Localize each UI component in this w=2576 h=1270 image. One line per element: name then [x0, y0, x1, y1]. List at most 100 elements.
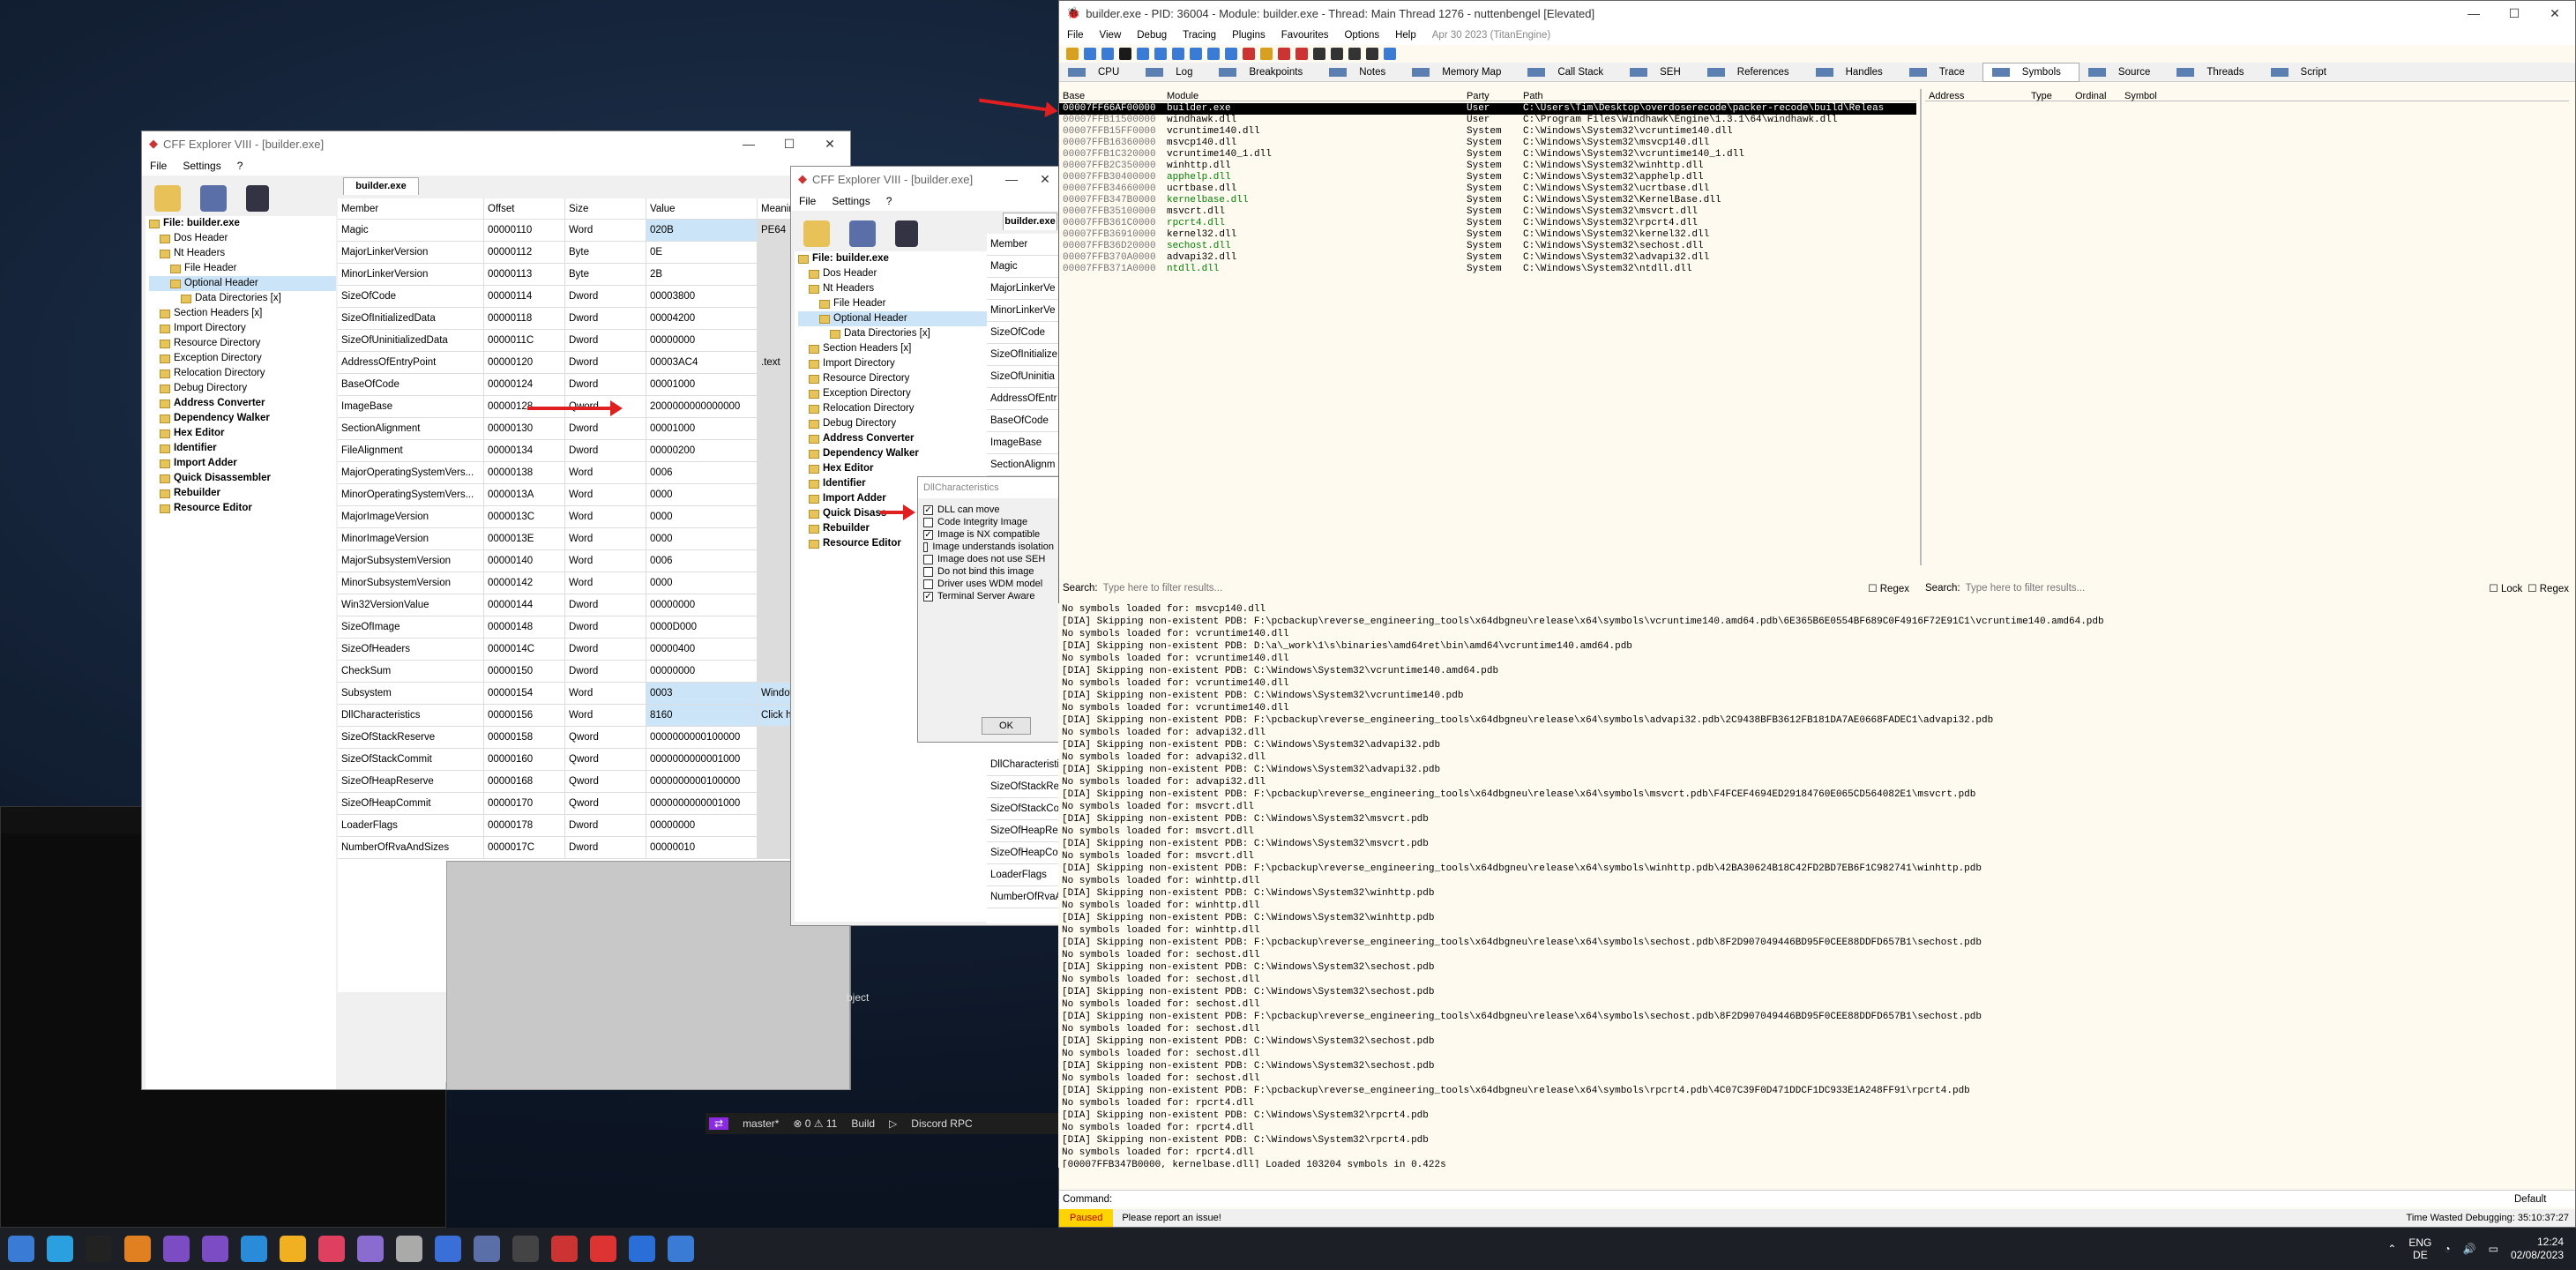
run-icon[interactable]: ▷ — [889, 1117, 897, 1130]
tab-seh[interactable]: SEH — [1621, 67, 1699, 78]
taskbar-app-icon[interactable] — [435, 1236, 461, 1262]
table-row[interactable]: MinorSubsystemVersion 00000142 Word 0000 — [338, 572, 850, 594]
table-cell[interactable]: 0000D000 — [646, 616, 758, 638]
toolbar-icon[interactable] — [1101, 48, 1114, 60]
table-row[interactable]: MinorImageVersion 0000013E Word 0000 — [338, 528, 850, 550]
taskbar-app-icon[interactable] — [241, 1236, 267, 1262]
tree-node[interactable]: Dependency Walker — [798, 446, 987, 461]
table-row[interactable]: SizeOfUninitializedData 0000011C Dword 0000… — [338, 330, 850, 352]
menu-file[interactable]: File — [791, 195, 824, 207]
table-row[interactable]: SizeOfHeapCo — [987, 842, 1058, 864]
open-folder-icon[interactable] — [154, 185, 181, 212]
regex-checkbox[interactable]: ☐ Regex — [1868, 582, 1909, 594]
table-row[interactable]: AddressOfEntr — [987, 388, 1058, 410]
toolbar-icon[interactable] — [1084, 48, 1096, 60]
volume-icon[interactable]: 🔊 — [2463, 1243, 2476, 1255]
table-row[interactable]: BaseOfCode 00000124 Dword 00001000 — [338, 374, 850, 396]
col-base[interactable]: Base — [1059, 91, 1167, 101]
table-row[interactable]: SizeOfImage 00000148 Dword 0000D000 — [338, 616, 850, 639]
table-cell[interactable]: 2000000000000000 — [646, 396, 758, 417]
table-row[interactable]: SizeOfStackCo — [987, 798, 1058, 820]
minimize-icon[interactable]: — — [2453, 6, 2494, 21]
table-row[interactable]: CheckSum 00000150 Dword 00000000 — [338, 661, 850, 683]
windows-icon[interactable] — [895, 220, 918, 247]
command-mode-select[interactable]: Default — [2514, 1194, 2575, 1205]
dll-option-checkbox[interactable]: Image understands isolation — [923, 541, 1054, 553]
table-cell[interactable]: 00001000 — [646, 418, 758, 439]
table-row[interactable]: SizeOfCode 00000114 Dword 00003800 — [338, 286, 850, 308]
table-cell[interactable]: 00003AC4 — [646, 352, 758, 373]
table-row[interactable]: ImageBase — [987, 432, 1058, 454]
taskbar-app-icon[interactable] — [318, 1236, 345, 1262]
lock-checkbox[interactable]: ☐ Lock — [2489, 582, 2522, 594]
menu-settings[interactable]: Settings — [175, 160, 228, 172]
table-cell[interactable]: 8160 — [646, 705, 758, 726]
table-row[interactable]: LoaderFlags — [987, 864, 1058, 886]
table-cell[interactable]: 00000000 — [646, 594, 758, 616]
table-cell[interactable]: 0003 — [646, 683, 758, 704]
dll-option-checkbox[interactable]: Code Integrity Image — [923, 516, 1054, 528]
col-address[interactable]: Address — [1925, 91, 2031, 101]
table-cell[interactable]: 00000200 — [646, 440, 758, 461]
tab-memory-map[interactable]: Memory Map — [1403, 67, 1519, 78]
toolbar-icon[interactable] — [1207, 48, 1220, 60]
tree-node[interactable]: Exception Directory — [149, 351, 336, 366]
col-path[interactable]: Path — [1523, 91, 1911, 101]
table-row[interactable]: MinorLinkerVersion 00000113 Byte 2B — [338, 264, 850, 286]
taskbar-app-icon[interactable] — [86, 1236, 112, 1262]
tree-node[interactable]: Data Directories [x] — [798, 326, 987, 341]
table-cell[interactable]: 00003800 — [646, 286, 758, 307]
tree-node[interactable]: Optional Header — [798, 311, 987, 326]
remote-icon[interactable]: ⇄ — [709, 1117, 729, 1130]
table-cell[interactable]: 0000 — [646, 484, 758, 505]
table-cell[interactable]: 0000000000001000 — [646, 793, 758, 814]
module-row[interactable]: 00007FFB11500000 windhawk.dll User C:\Progr… — [1059, 115, 1916, 126]
table-cell[interactable]: 0000 — [646, 506, 758, 527]
table-cell[interactable]: 0000000000100000 — [646, 727, 758, 748]
dll-option-checkbox[interactable]: Image does not use SEH — [923, 553, 1054, 565]
tree-node[interactable]: Relocation Directory — [149, 366, 336, 381]
tray-chevron-icon[interactable]: ⌃ — [2387, 1243, 2396, 1255]
tree-node[interactable]: Dos Header — [149, 231, 336, 246]
table-cell[interactable]: 00000000 — [646, 815, 758, 836]
module-row[interactable]: 00007FFB15FF0000 vcruntime140.dll System C:… — [1059, 126, 1916, 138]
ok-button[interactable]: OK — [982, 717, 1031, 735]
table-row[interactable]: SizeOfStackReserve 00000158 Qword 000000000… — [338, 727, 850, 749]
table-cell[interactable]: 00000400 — [646, 639, 758, 660]
taskbar-app-icon[interactable] — [474, 1236, 500, 1262]
taskbar-app-icon[interactable] — [163, 1236, 190, 1262]
table-row[interactable]: Subsystem 00000154 Word 0003 Windows — [338, 683, 850, 705]
table-row[interactable]: SizeOfInitializedData 00000118 Dword 000042… — [338, 308, 850, 330]
tree-node[interactable]: File Header — [149, 261, 336, 276]
problems-count[interactable]: ⊗ 0 ⚠ 11 — [793, 1117, 837, 1130]
table-cell[interactable]: 2B — [646, 264, 758, 285]
close-icon[interactable]: ✕ — [1032, 172, 1058, 187]
module-row[interactable]: 00007FFB35100000 msvcrt.dll System C:\Windo… — [1059, 206, 1916, 218]
tree-node[interactable]: Hex Editor — [149, 426, 336, 441]
save-icon[interactable] — [200, 185, 227, 212]
tab-source[interactable]: Source — [2079, 67, 2168, 78]
module-row[interactable]: 00007FFB16360000 msvcp140.dll System C:\Win… — [1059, 138, 1916, 149]
table-row[interactable]: SizeOfHeapRe — [987, 820, 1058, 842]
table-row[interactable]: SizeOfHeapReserve 00000168 Qword 0000000000… — [338, 771, 850, 793]
toolbar-icon[interactable] — [1295, 48, 1308, 60]
table-row[interactable]: FileAlignment 00000134 Dword 00000200 — [338, 440, 850, 462]
tree-node[interactable]: Address Converter — [798, 431, 987, 446]
tree-node[interactable]: Relocation Directory — [798, 401, 987, 416]
language-indicator[interactable]: ENG DE — [2408, 1236, 2431, 1261]
table-cell[interactable]: 00001000 — [646, 374, 758, 395]
dll-option-checkbox[interactable]: Driver uses WDM model — [923, 578, 1054, 590]
table-cell[interactable]: 00000010 — [646, 837, 758, 858]
tree-node[interactable]: Address Converter — [149, 396, 336, 411]
discord-rpc[interactable]: Discord RPC — [911, 1117, 972, 1130]
menu-help[interactable]: ? — [878, 195, 900, 207]
toolbar-icon[interactable] — [1225, 48, 1237, 60]
module-row[interactable]: 00007FF66AF00000 builder.exe User C:\Users\… — [1059, 103, 1916, 115]
table-row[interactable]: MinorOperatingSystemVers... 0000013A Word 0… — [338, 484, 850, 506]
table-cell[interactable]: 0000 — [646, 528, 758, 549]
tree-node[interactable]: Quick Disassembler — [149, 471, 336, 486]
table-cell[interactable]: 0000000000100000 — [646, 771, 758, 792]
table-row[interactable]: NumberOfRvaAndSizes 0000017C Dword 00000010 — [338, 837, 850, 859]
close-icon[interactable]: ✕ — [810, 137, 850, 152]
column-header[interactable]: Size — [565, 198, 646, 219]
